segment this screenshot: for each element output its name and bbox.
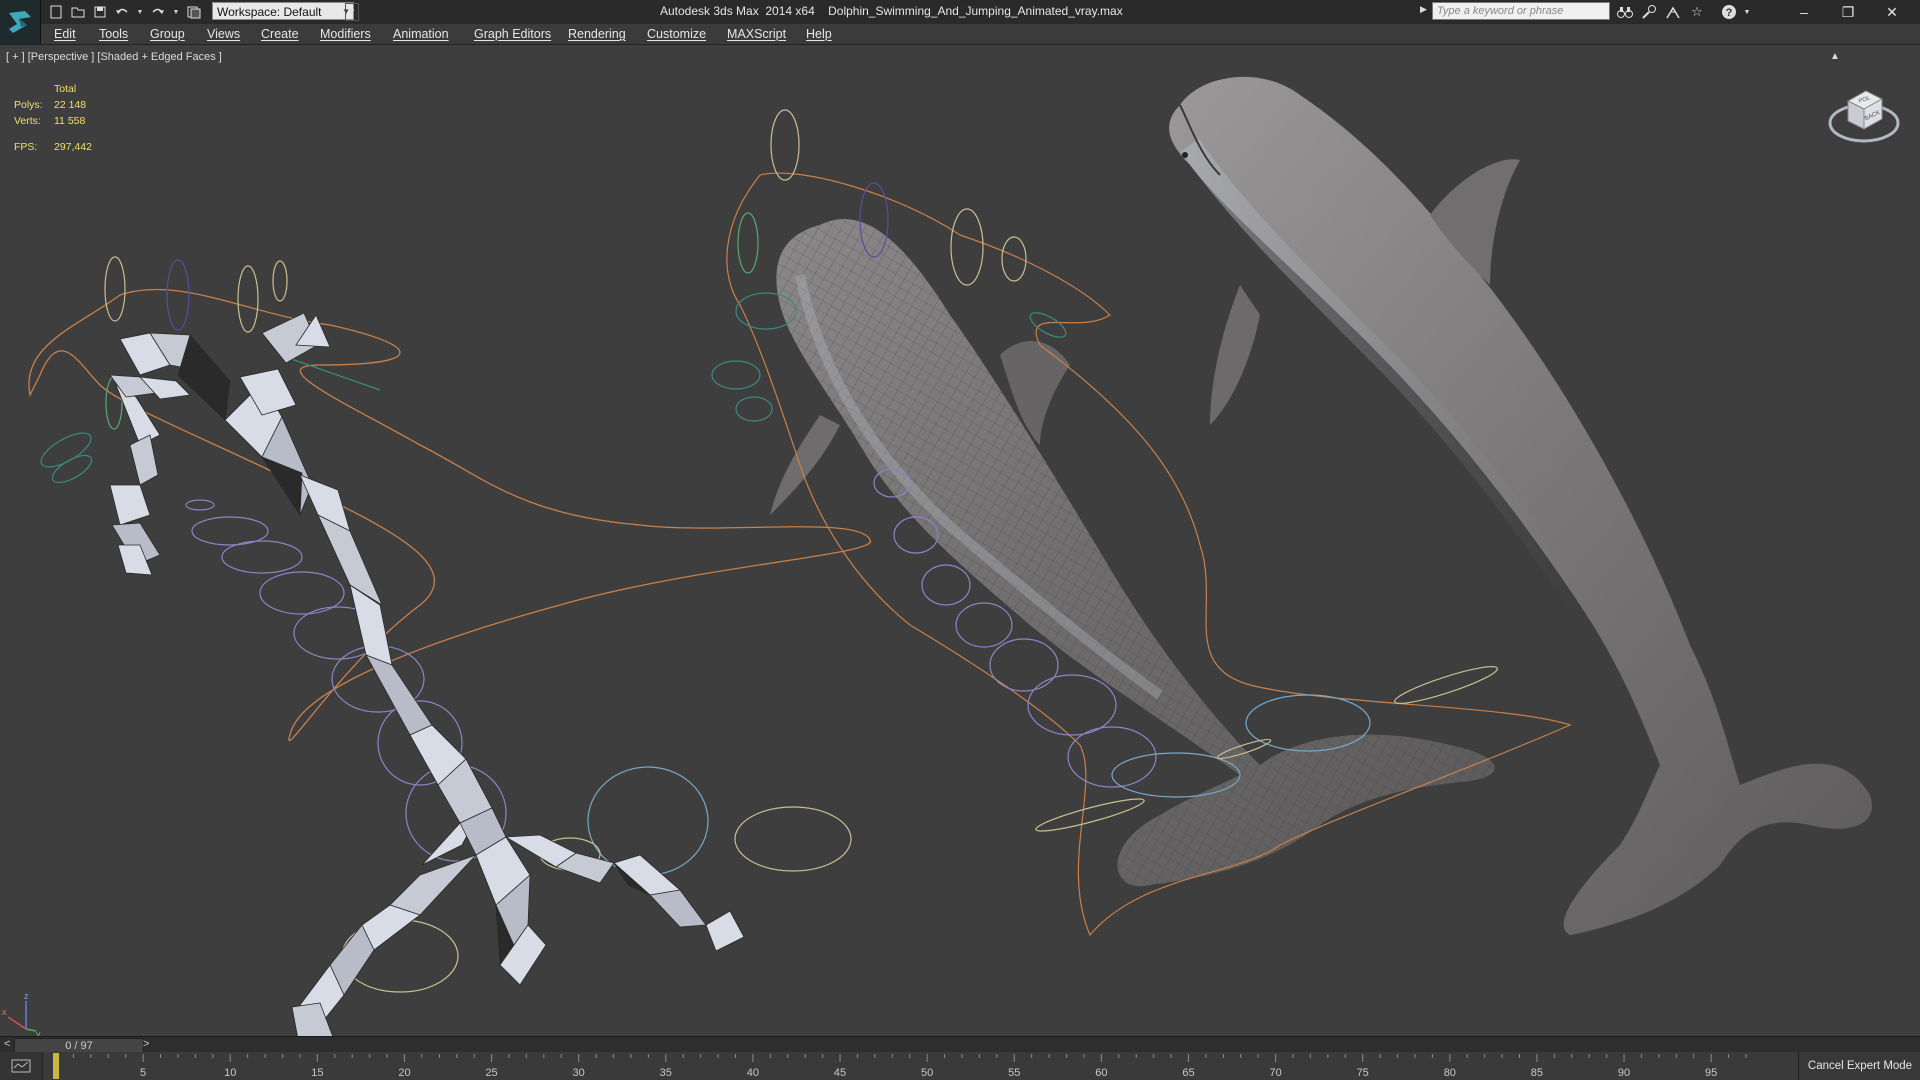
- ruler-tick-label: 20: [398, 1067, 410, 1079]
- cancel-expert-mode-button[interactable]: Cancel Expert Mode: [1798, 1052, 1920, 1080]
- menu-help[interactable]: Help: [806, 27, 832, 41]
- title-bar: ▼ ▼ Workspace: Default ▼ ▼ Autodesk 3ds …: [0, 0, 1920, 44]
- search-expand-icon[interactable]: ▶: [1420, 4, 1427, 15]
- ruler-tick-label: 10: [224, 1067, 236, 1079]
- time-slider-next-button[interactable]: >: [143, 1038, 149, 1050]
- viewcube[interactable]: POL BACK: [1826, 79, 1902, 155]
- ruler-tick-label: 95: [1705, 1067, 1717, 1079]
- polys-label: Polys:: [14, 99, 43, 111]
- close-button[interactable]: ✕: [1870, 0, 1914, 24]
- app-logo-icon[interactable]: [0, 0, 41, 44]
- workspace-label: Workspace: Default: [217, 5, 322, 19]
- ruler-tick-label: 75: [1357, 1067, 1369, 1079]
- polys-value: 22 148: [54, 99, 87, 111]
- track-bar: 05101520253035404550556065707580859095 C…: [0, 1052, 1920, 1080]
- verts-value: 11 558: [54, 115, 86, 127]
- menu-maxscript[interactable]: MAXScript: [727, 27, 786, 41]
- ruler-tick-label: 25: [485, 1067, 497, 1079]
- viewport-label[interactable]: [ + ] [Perspective ] [Shaded + Edged Fac…: [6, 51, 222, 63]
- ruler-tick-label: 30: [573, 1067, 585, 1079]
- ruler-tick-label: 45: [834, 1067, 846, 1079]
- subscription-key-icon[interactable]: [1640, 3, 1658, 21]
- svg-text:x: x: [2, 1007, 7, 1017]
- window-title: Autodesk 3ds Max 2014 x64 Dolphin_Swimmi…: [660, 4, 1123, 18]
- save-icon[interactable]: [92, 4, 108, 20]
- redo-icon[interactable]: [150, 4, 166, 20]
- menu-animation[interactable]: Animation: [393, 27, 449, 41]
- viewport-scene: z x y: [2, 76, 1872, 1037]
- quick-access-toolbar: ▼ ▼: [48, 3, 202, 21]
- favorites-star-icon[interactable]: ☆: [1688, 3, 1706, 21]
- menu-tools[interactable]: Tools: [99, 27, 128, 41]
- axis-tripod-icon: z x y: [2, 991, 41, 1037]
- app-window: ▼ ▼ Workspace: Default ▼ ▼ Autodesk 3ds …: [0, 0, 1920, 1080]
- menu-create[interactable]: Create: [261, 27, 299, 41]
- project-folder-icon[interactable]: [186, 4, 202, 20]
- help-dropdown-icon[interactable]: ▼: [1738, 3, 1756, 21]
- perspective-viewport[interactable]: z x y [ + ] [Perspective ] [Shaded + Edg…: [0, 44, 1920, 1037]
- ruler-tick-label: 50: [921, 1067, 933, 1079]
- ruler-tick-label: 60: [1095, 1067, 1107, 1079]
- ruler-tick-label: 90: [1618, 1067, 1630, 1079]
- open-file-icon[interactable]: [70, 4, 86, 20]
- maximize-button[interactable]: ❐: [1826, 0, 1870, 24]
- minimize-button[interactable]: –: [1782, 0, 1826, 24]
- undo-dropdown-icon[interactable]: ▼: [136, 4, 144, 20]
- menu-edit[interactable]: Edit: [54, 27, 76, 41]
- fps-label: FPS:: [14, 141, 38, 153]
- fps-value: 297,442: [54, 141, 92, 153]
- time-slider-prev-button[interactable]: <: [4, 1038, 10, 1050]
- ruler-tick-label: 15: [311, 1067, 323, 1079]
- svg-text:z: z: [24, 991, 29, 1001]
- bone-chain[interactable]: [109, 312, 745, 1037]
- ruler-tick-label: 40: [747, 1067, 759, 1079]
- new-file-icon[interactable]: [48, 4, 64, 20]
- ruler-tick-label: 70: [1269, 1067, 1281, 1079]
- menu-bar: Edit Tools Group Views Create Modifiers …: [40, 24, 1920, 45]
- ruler-tick-label: 85: [1531, 1067, 1543, 1079]
- mini-curve-editor-icon[interactable]: [0, 1052, 43, 1080]
- ruler-tick-label: 80: [1444, 1067, 1456, 1079]
- ruler-tick-label: 35: [660, 1067, 672, 1079]
- svg-text:?: ?: [1726, 7, 1733, 19]
- home-icon[interactable]: ▲: [1830, 51, 1840, 62]
- frame-ruler[interactable]: 05101520253035404550556065707580859095: [52, 1052, 1752, 1080]
- viewport-statistics: Total Polys: 22 148 Verts: 11 558 FPS: 297,…: [14, 81, 92, 155]
- search-input[interactable]: Type a keyword or phrase: [1432, 2, 1610, 20]
- redo-dropdown-icon[interactable]: ▼: [172, 4, 180, 20]
- time-slider[interactable]: < 0 / 97 >: [0, 1036, 1920, 1054]
- menu-views[interactable]: Views: [207, 27, 240, 41]
- current-frame-marker[interactable]: [53, 1053, 59, 1079]
- help-icon[interactable]: ?: [1720, 3, 1738, 21]
- menu-group[interactable]: Group: [150, 27, 185, 41]
- ruler-tick-label: 5: [140, 1067, 146, 1079]
- verts-label: Verts:: [14, 115, 41, 127]
- communication-center-icon[interactable]: [1664, 3, 1682, 21]
- menu-rendering[interactable]: Rendering: [568, 27, 626, 41]
- binoculars-icon[interactable]: [1616, 3, 1634, 21]
- undo-icon[interactable]: [114, 4, 130, 20]
- workspace-dropdown[interactable]: Workspace: Default ▼: [212, 2, 354, 20]
- menu-graph-editors[interactable]: Graph Editors: [474, 27, 551, 41]
- workspace-expand-button[interactable]: ▼: [345, 3, 359, 21]
- ruler-tick-label: 65: [1182, 1067, 1194, 1079]
- ruler-tick-label: 55: [1008, 1067, 1020, 1079]
- stats-header: Total: [54, 83, 77, 95]
- menu-customize[interactable]: Customize: [647, 27, 706, 41]
- menu-modifiers[interactable]: Modifiers: [320, 27, 371, 41]
